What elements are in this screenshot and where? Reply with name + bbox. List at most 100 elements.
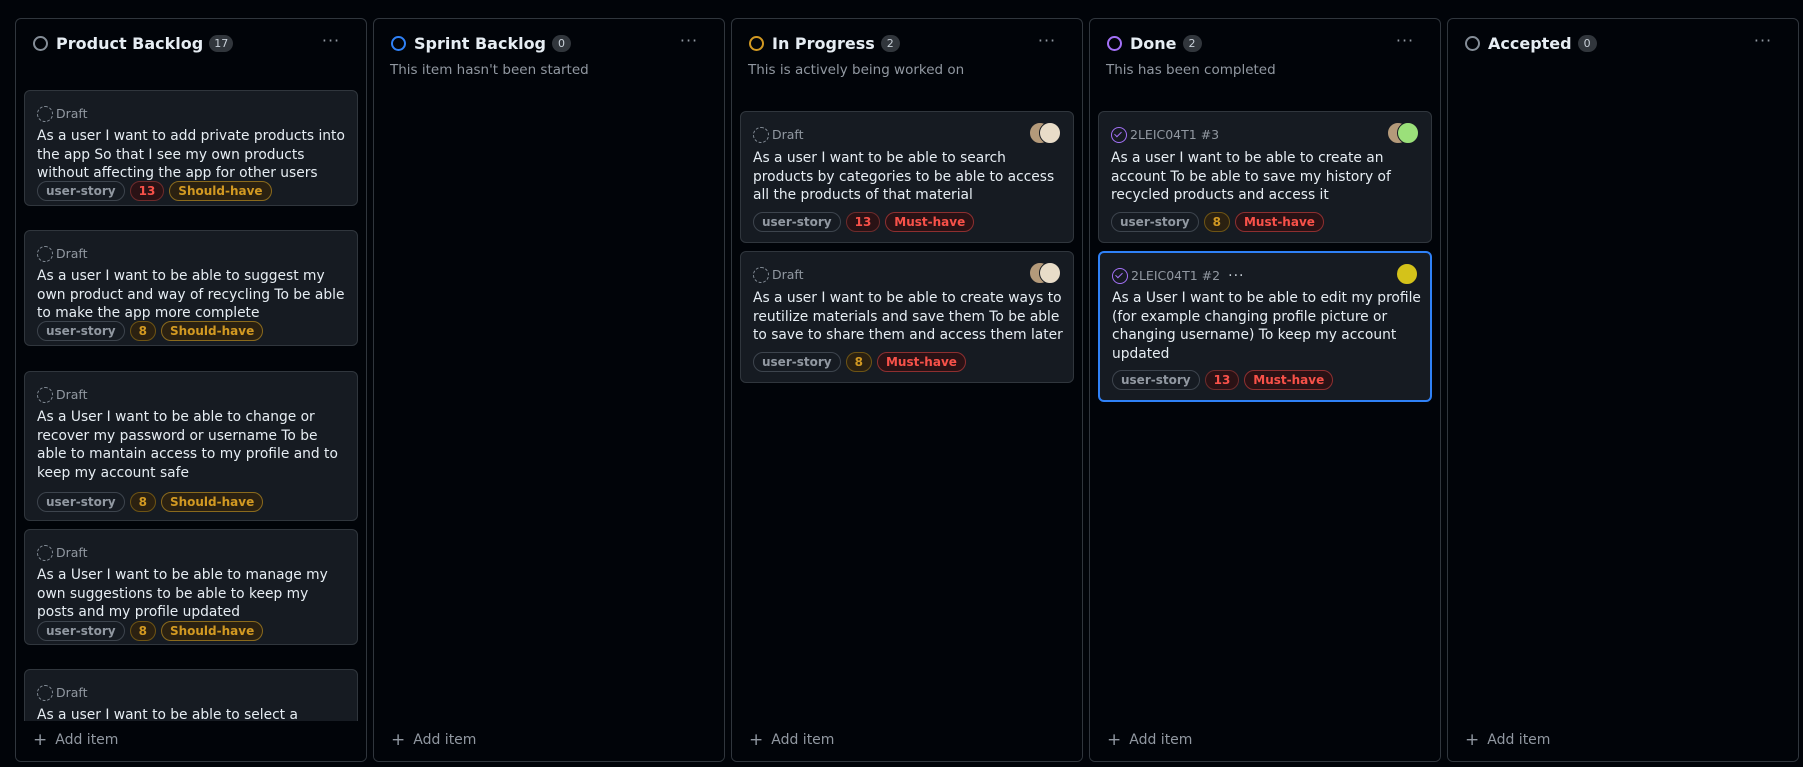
- draft-issue-icon: [753, 126, 769, 143]
- card-title[interactable]: As a user I want to add private products…: [37, 127, 347, 183]
- column-count-badge: 0: [552, 35, 572, 52]
- add-item-label: Add item: [413, 732, 477, 748]
- draft-issue-icon: [37, 245, 53, 262]
- label-points[interactable]: 13: [129, 181, 165, 201]
- column-footer: + Add item: [1448, 721, 1798, 761]
- column-footer: + Add item: [374, 721, 724, 761]
- add-item-label: Add item: [771, 732, 835, 748]
- card-menu-icon[interactable]: ···: [1228, 268, 1244, 284]
- column-title-text: Done: [1130, 34, 1177, 53]
- plus-icon: +: [33, 730, 48, 750]
- project-board: Product Backlog 17 ··· Draft As a user I …: [0, 0, 1803, 767]
- draft-issue-icon: [37, 105, 53, 122]
- label-user-story[interactable]: user-story: [37, 621, 125, 641]
- column-menu-icon[interactable]: ···: [1036, 33, 1058, 51]
- label-user-story[interactable]: user-story: [753, 352, 841, 372]
- add-item-button[interactable]: + Add item: [1107, 730, 1192, 750]
- label-points[interactable]: 8: [1203, 212, 1230, 232]
- assignees[interactable]: [1396, 263, 1418, 285]
- card-title[interactable]: As a User I want to be able to change or…: [37, 408, 347, 482]
- label-points[interactable]: 8: [129, 321, 156, 341]
- column-title: Sprint Backlog 0: [414, 34, 572, 53]
- issue-reference[interactable]: 2LEIC04T1 #2: [1131, 268, 1220, 283]
- label-user-story[interactable]: user-story: [1112, 370, 1200, 390]
- card[interactable]: Draft As a user I want to add private pr…: [24, 90, 358, 206]
- label-priority[interactable]: Must-have: [876, 352, 966, 372]
- card[interactable]: Draft As a user I want to be able to cre…: [740, 251, 1074, 383]
- assignees[interactable]: [1029, 122, 1061, 144]
- card-labels: user-story 8 Must-have: [753, 351, 971, 372]
- card-type: Draft: [772, 267, 804, 282]
- assignees[interactable]: [1029, 262, 1061, 284]
- label-user-story[interactable]: user-story: [37, 321, 125, 341]
- card-title[interactable]: As a User I want to be able to edit my p…: [1112, 289, 1422, 363]
- label-points[interactable]: 13: [845, 212, 881, 232]
- card-title[interactable]: As a user I want to be able to suggest m…: [37, 267, 347, 323]
- card-labels: user-story 8 Should-have: [37, 491, 268, 512]
- card-title[interactable]: As a User I want to be able to manage my…: [37, 566, 347, 622]
- label-priority[interactable]: Should-have: [160, 621, 264, 641]
- card-labels: user-story 8 Should-have: [37, 320, 268, 341]
- card-labels: user-story 13 Must-have: [1112, 369, 1338, 390]
- plus-icon: +: [749, 730, 764, 750]
- issue-reference[interactable]: 2LEIC04T1 #3: [1130, 127, 1219, 142]
- card-meta: Draft: [753, 264, 804, 283]
- card-selected[interactable]: 2LEIC04T1 #2 ··· As a User I want to be a…: [1098, 251, 1432, 402]
- assignees[interactable]: [1387, 122, 1419, 144]
- card[interactable]: Draft As a user I want to be able to sug…: [24, 230, 358, 346]
- card[interactable]: Draft As a User I want to be able to man…: [24, 529, 358, 645]
- label-points[interactable]: 8: [129, 621, 156, 641]
- label-priority[interactable]: Must-have: [1244, 370, 1334, 390]
- card-meta: Draft: [37, 384, 88, 403]
- label-priority[interactable]: Must-have: [885, 212, 975, 232]
- card-title[interactable]: As a user I want to be able to search pr…: [753, 149, 1063, 205]
- card-type: Draft: [56, 685, 88, 700]
- avatar[interactable]: [1039, 262, 1061, 284]
- card[interactable]: 2LEIC04T1 #3 As a user I want to be able…: [1098, 111, 1432, 243]
- label-user-story[interactable]: user-story: [37, 492, 125, 512]
- label-priority[interactable]: Should-have: [160, 492, 264, 512]
- column-accepted: Accepted 0 ··· + Add item: [1447, 18, 1799, 762]
- avatar[interactable]: [1396, 263, 1418, 285]
- card-labels: user-story 8 Must-have: [1111, 211, 1329, 232]
- label-user-story[interactable]: user-story: [1111, 212, 1199, 232]
- avatar[interactable]: [1039, 122, 1061, 144]
- column-menu-icon[interactable]: ···: [678, 33, 700, 51]
- status-circle-icon: [1465, 36, 1480, 51]
- status-circle-icon: [33, 36, 48, 51]
- add-item-button[interactable]: + Add item: [749, 730, 834, 750]
- add-item-button[interactable]: + Add item: [391, 730, 476, 750]
- column-menu-icon[interactable]: ···: [1752, 33, 1774, 51]
- label-priority[interactable]: Should-have: [160, 321, 264, 341]
- label-priority[interactable]: Should-have: [169, 181, 272, 201]
- card-title[interactable]: As a user I want to be able to create wa…: [753, 289, 1063, 345]
- card[interactable]: Draft As a User I want to be able to cha…: [24, 371, 358, 521]
- label-user-story[interactable]: user-story: [753, 212, 841, 232]
- label-points[interactable]: 8: [129, 492, 156, 512]
- column-header: Sprint Backlog 0 ··· This item hasn't bee…: [374, 19, 724, 91]
- column-count-badge: 17: [209, 35, 234, 52]
- column-menu-icon[interactable]: ···: [1394, 33, 1416, 51]
- column-menu-icon[interactable]: ···: [320, 33, 342, 51]
- card-title[interactable]: As a user I want to be able to create an…: [1111, 149, 1421, 205]
- column-header: Product Backlog 17 ···: [16, 19, 366, 91]
- label-points[interactable]: 13: [1204, 370, 1240, 390]
- label-user-story[interactable]: user-story: [37, 181, 125, 201]
- closed-issue-icon: [1111, 126, 1127, 143]
- card-meta: Draft: [37, 542, 88, 561]
- label-priority[interactable]: Must-have: [1234, 212, 1324, 232]
- card-meta: 2LEIC04T1 #3: [1111, 124, 1219, 143]
- status-circle-icon: [391, 36, 406, 51]
- add-item-button[interactable]: + Add item: [33, 730, 118, 750]
- label-points[interactable]: 8: [845, 352, 872, 372]
- card-labels: user-story 13 Should-have: [37, 180, 277, 201]
- card-meta: Draft: [37, 682, 88, 701]
- status-circle-icon: [749, 36, 764, 51]
- card[interactable]: Draft As a user I want to be able to sea…: [740, 111, 1074, 243]
- column-footer: + Add item: [1090, 721, 1440, 761]
- column-product-backlog: Product Backlog 17 ··· Draft As a user I …: [15, 18, 367, 762]
- avatar[interactable]: [1397, 122, 1419, 144]
- add-item-button[interactable]: + Add item: [1465, 730, 1550, 750]
- add-item-label: Add item: [55, 732, 119, 748]
- column-title: In Progress 2: [772, 34, 900, 53]
